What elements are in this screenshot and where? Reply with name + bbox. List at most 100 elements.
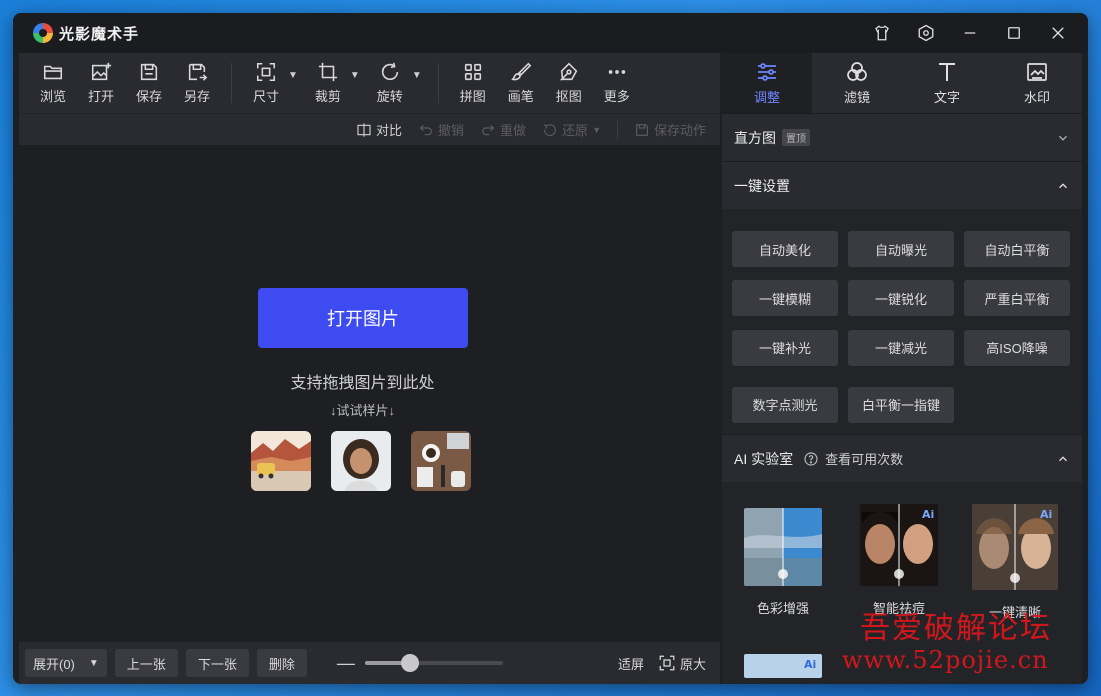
svg-text:Ai: Ai [922, 508, 934, 521]
rotate-button[interactable]: 旋转 [366, 53, 414, 113]
ai-card-acne-removal[interactable]: Ai 智能祛痘 [860, 504, 938, 617]
compare-button[interactable]: 对比 [356, 120, 402, 139]
crop-button[interactable]: 裁剪 [304, 53, 352, 113]
expand-dropdown[interactable]: 展开(0) ▼ [25, 649, 107, 677]
save-action-button[interactable]: 保存动作 [634, 120, 706, 139]
title-bar: 光影魔术手 [13, 13, 1088, 53]
check-count-link[interactable]: 查看可用次数 [825, 449, 903, 468]
preset-button[interactable]: 一键减光 [848, 329, 954, 366]
brush-button[interactable]: 画笔 [497, 53, 545, 113]
more-button[interactable]: 更多 [593, 53, 641, 113]
next-button[interactable]: 下一张 [185, 649, 249, 677]
adjust-panel: 调整 滤镜 文字 水印 直方图 置顶 一键设置 自动美化 自动曝光 自动白平衡 … [722, 53, 1082, 684]
histogram-header[interactable]: 直方图 置顶 [722, 113, 1082, 161]
tab-filter[interactable]: 滤镜 [812, 53, 902, 113]
preset-button[interactable]: 一键补光 [732, 329, 838, 366]
tab-text[interactable]: 文字 [902, 53, 992, 113]
minimize-icon[interactable] [948, 13, 992, 53]
grid-icon [464, 63, 481, 81]
sample-thumb-desk[interactable] [411, 431, 471, 491]
save-icon [636, 123, 648, 136]
maximize-icon[interactable] [992, 13, 1036, 53]
restore-dropdown-icon[interactable]: ▼ [592, 125, 601, 135]
text-t-icon [939, 63, 955, 81]
delete-button[interactable]: 删除 [256, 649, 307, 677]
prev-button[interactable]: 上一张 [114, 649, 178, 677]
crop-icon [318, 62, 338, 82]
cutout-button[interactable]: 抠图 [545, 53, 593, 113]
pin-badge[interactable]: 置顶 [782, 129, 810, 146]
ai-lab-header[interactable]: AI 实验室 查看可用次数 [722, 434, 1082, 482]
preset-button[interactable]: 自动曝光 [848, 231, 954, 267]
sample-tip: ↓试试样片↓ [329, 403, 395, 418]
svg-text:Ai: Ai [1040, 508, 1052, 521]
collage-button[interactable]: 拼图 [449, 53, 497, 113]
zoom-slider-handle[interactable] [401, 654, 420, 672]
preset-button[interactable]: 严重白平衡 [964, 280, 1070, 317]
panel-tabs: 调整 滤镜 文字 水印 [722, 53, 1082, 113]
sample-thumb-desert[interactable] [251, 431, 311, 491]
compare-icon [357, 122, 371, 137]
ai-card-color-enhance[interactable]: 色彩增强 [744, 508, 822, 617]
oneclick-header[interactable]: 一键设置 [722, 161, 1082, 209]
zoom-slider[interactable] [364, 654, 503, 672]
preset-button[interactable]: 白平衡一指键 [848, 386, 954, 423]
restore-button[interactable]: 还原 ▼ [542, 120, 601, 139]
resize-icon [256, 62, 276, 82]
tab-watermark[interactable]: 水印 [992, 53, 1082, 113]
preset-button[interactable]: 一键锐化 [848, 280, 954, 317]
close-icon[interactable] [1036, 13, 1080, 53]
preset-button[interactable]: 一键模糊 [732, 280, 838, 317]
original-size-button[interactable]: 原大 [658, 654, 706, 673]
main-toolbar: 浏览 打开 保存 另存 尺寸 ▼ 裁剪 ▼ 旋转 ▼ 拼图 画笔 抠图 更多 [19, 53, 720, 113]
zoom-out-button[interactable]: — [337, 653, 355, 674]
app-logo-icon [33, 23, 53, 43]
browse-button[interactable]: 浏览 [29, 53, 77, 113]
shirt-icon[interactable] [860, 13, 904, 53]
sample-thumb-portrait[interactable] [331, 431, 391, 491]
save-as-button[interactable]: 另存 [173, 53, 221, 113]
edit-subbar: 对比 撤销 重做 还原 ▼ 保存动作 [19, 113, 720, 145]
chevron-down-icon [1059, 135, 1067, 141]
oneclick-presets: 自动美化 自动曝光 自动白平衡 一键模糊 一键锐化 严重白平衡 一键补光 一键减… [722, 209, 1082, 434]
more-dots-icon [608, 70, 625, 74]
ai-card-more[interactable]: Ai [744, 654, 822, 678]
open-image-button[interactable]: 打开图片 [258, 288, 468, 348]
bottom-bar: 展开(0) ▼ 上一张 下一张 删除 — 适屏 原大 [19, 642, 720, 684]
open-button[interactable]: 打开 [77, 53, 125, 113]
sample-thumbnails [251, 431, 491, 491]
fit-screen-button[interactable]: 适屏 [618, 654, 644, 673]
original-size-icon [659, 655, 675, 671]
pen-nib-icon [559, 62, 578, 81]
save-button[interactable]: 保存 [125, 53, 173, 113]
image-canvas[interactable]: 打开图片 支持拖拽图片到此处 ↓试试样片↓ [19, 145, 720, 642]
editor-area: 浏览 打开 保存 另存 尺寸 ▼ 裁剪 ▼ 旋转 ▼ 拼图 画笔 抠图 更多 对… [19, 53, 720, 684]
rotate-dropdown-icon[interactable]: ▼ [412, 70, 422, 81]
size-button[interactable]: 尺寸 [242, 53, 290, 113]
crop-dropdown-icon[interactable]: ▼ [350, 70, 360, 81]
size-dropdown-icon[interactable]: ▼ [288, 70, 298, 81]
filter-circles-icon [847, 62, 867, 81]
preset-button[interactable]: 自动美化 [732, 231, 838, 267]
preset-button[interactable]: 数字点测光 [732, 386, 838, 423]
brush-icon [510, 62, 531, 81]
watermark-url: www.52pojie.cn [842, 646, 1049, 674]
undo-button[interactable]: 撤销 [418, 120, 464, 139]
settings-hex-icon[interactable] [904, 13, 948, 53]
image-add-icon [91, 62, 112, 81]
app-window: 光影魔术手 浏览 打开 保存 另存 尺寸 ▼ 裁剪 ▼ 旋转 ▼ 拼图 画笔 抠… [13, 13, 1088, 684]
redo-button[interactable]: 重做 [480, 120, 526, 139]
redo-icon [482, 124, 495, 135]
preset-button[interactable]: 自动白平衡 [964, 231, 1070, 267]
save-icon [140, 63, 158, 81]
save-as-icon [188, 63, 208, 81]
watermark-icon [1027, 63, 1047, 81]
help-icon[interactable] [803, 451, 819, 467]
restore-icon [543, 123, 556, 136]
chevron-up-icon [1059, 182, 1067, 188]
tab-adjust[interactable]: 调整 [722, 53, 812, 113]
sliders-icon [758, 63, 776, 81]
undo-icon [419, 124, 432, 135]
folder-icon [43, 65, 63, 80]
preset-button[interactable]: 高ISO降噪 [964, 329, 1070, 366]
